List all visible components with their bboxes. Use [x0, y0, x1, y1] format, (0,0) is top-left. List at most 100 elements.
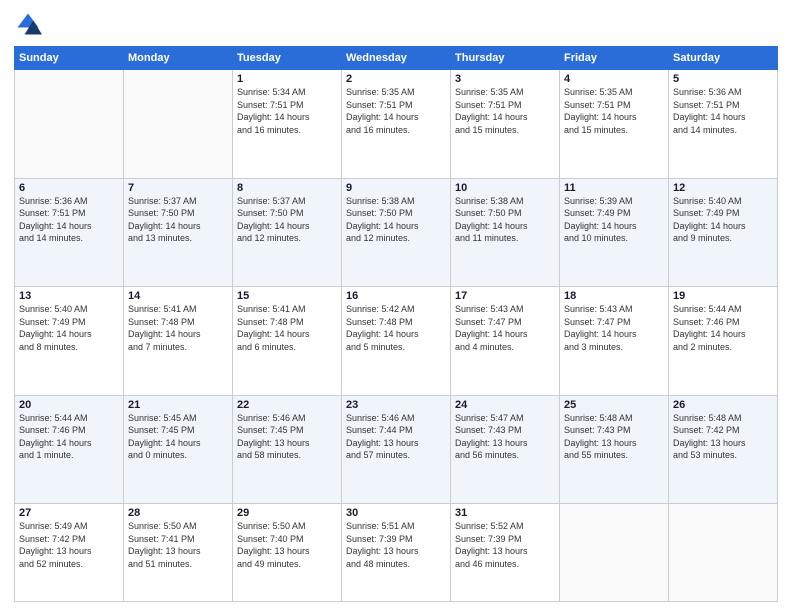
- day-number: 24: [455, 399, 555, 411]
- page: SundayMondayTuesdayWednesdayThursdayFrid…: [0, 0, 792, 612]
- day-number: 30: [346, 507, 446, 519]
- day-info: Sunrise: 5:46 AM Sunset: 7:45 PM Dayligh…: [237, 412, 337, 462]
- day-info: Sunrise: 5:39 AM Sunset: 7:49 PM Dayligh…: [564, 195, 664, 245]
- header: [14, 10, 778, 38]
- calendar-cell: 26Sunrise: 5:48 AM Sunset: 7:42 PM Dayli…: [669, 395, 778, 504]
- day-info: Sunrise: 5:38 AM Sunset: 7:50 PM Dayligh…: [346, 195, 446, 245]
- day-info: Sunrise: 5:41 AM Sunset: 7:48 PM Dayligh…: [237, 303, 337, 353]
- calendar-cell: [669, 504, 778, 602]
- calendar-cell: 24Sunrise: 5:47 AM Sunset: 7:43 PM Dayli…: [451, 395, 560, 504]
- calendar-cell: 12Sunrise: 5:40 AM Sunset: 7:49 PM Dayli…: [669, 178, 778, 287]
- calendar-cell: 10Sunrise: 5:38 AM Sunset: 7:50 PM Dayli…: [451, 178, 560, 287]
- day-info: Sunrise: 5:35 AM Sunset: 7:51 PM Dayligh…: [346, 86, 446, 136]
- day-number: 25: [564, 399, 664, 411]
- logo: [14, 10, 46, 38]
- weekday-header-tuesday: Tuesday: [233, 47, 342, 70]
- day-info: Sunrise: 5:37 AM Sunset: 7:50 PM Dayligh…: [128, 195, 228, 245]
- calendar: SundayMondayTuesdayWednesdayThursdayFrid…: [14, 46, 778, 602]
- day-number: 22: [237, 399, 337, 411]
- weekday-header-row: SundayMondayTuesdayWednesdayThursdayFrid…: [15, 47, 778, 70]
- day-info: Sunrise: 5:40 AM Sunset: 7:49 PM Dayligh…: [673, 195, 773, 245]
- calendar-cell: 8Sunrise: 5:37 AM Sunset: 7:50 PM Daylig…: [233, 178, 342, 287]
- calendar-cell: 21Sunrise: 5:45 AM Sunset: 7:45 PM Dayli…: [124, 395, 233, 504]
- day-number: 29: [237, 507, 337, 519]
- calendar-cell: 2Sunrise: 5:35 AM Sunset: 7:51 PM Daylig…: [342, 70, 451, 179]
- day-info: Sunrise: 5:43 AM Sunset: 7:47 PM Dayligh…: [564, 303, 664, 353]
- day-info: Sunrise: 5:50 AM Sunset: 7:40 PM Dayligh…: [237, 520, 337, 570]
- day-number: 20: [19, 399, 119, 411]
- day-info: Sunrise: 5:46 AM Sunset: 7:44 PM Dayligh…: [346, 412, 446, 462]
- day-number: 6: [19, 182, 119, 194]
- day-number: 4: [564, 73, 664, 85]
- day-number: 19: [673, 290, 773, 302]
- calendar-cell: [124, 70, 233, 179]
- calendar-cell: 27Sunrise: 5:49 AM Sunset: 7:42 PM Dayli…: [15, 504, 124, 602]
- calendar-cell: 11Sunrise: 5:39 AM Sunset: 7:49 PM Dayli…: [560, 178, 669, 287]
- weekday-header-friday: Friday: [560, 47, 669, 70]
- day-number: 2: [346, 73, 446, 85]
- day-number: 16: [346, 290, 446, 302]
- day-number: 18: [564, 290, 664, 302]
- day-info: Sunrise: 5:34 AM Sunset: 7:51 PM Dayligh…: [237, 86, 337, 136]
- calendar-cell: 18Sunrise: 5:43 AM Sunset: 7:47 PM Dayli…: [560, 287, 669, 396]
- week-row-3: 13Sunrise: 5:40 AM Sunset: 7:49 PM Dayli…: [15, 287, 778, 396]
- calendar-cell: 31Sunrise: 5:52 AM Sunset: 7:39 PM Dayli…: [451, 504, 560, 602]
- calendar-cell: 25Sunrise: 5:48 AM Sunset: 7:43 PM Dayli…: [560, 395, 669, 504]
- weekday-header-sunday: Sunday: [15, 47, 124, 70]
- calendar-cell: 5Sunrise: 5:36 AM Sunset: 7:51 PM Daylig…: [669, 70, 778, 179]
- calendar-cell: 7Sunrise: 5:37 AM Sunset: 7:50 PM Daylig…: [124, 178, 233, 287]
- calendar-cell: 29Sunrise: 5:50 AM Sunset: 7:40 PM Dayli…: [233, 504, 342, 602]
- day-info: Sunrise: 5:43 AM Sunset: 7:47 PM Dayligh…: [455, 303, 555, 353]
- day-info: Sunrise: 5:38 AM Sunset: 7:50 PM Dayligh…: [455, 195, 555, 245]
- calendar-cell: 13Sunrise: 5:40 AM Sunset: 7:49 PM Dayli…: [15, 287, 124, 396]
- calendar-cell: 16Sunrise: 5:42 AM Sunset: 7:48 PM Dayli…: [342, 287, 451, 396]
- calendar-cell: [15, 70, 124, 179]
- calendar-cell: 15Sunrise: 5:41 AM Sunset: 7:48 PM Dayli…: [233, 287, 342, 396]
- day-number: 14: [128, 290, 228, 302]
- day-number: 27: [19, 507, 119, 519]
- day-info: Sunrise: 5:41 AM Sunset: 7:48 PM Dayligh…: [128, 303, 228, 353]
- day-info: Sunrise: 5:44 AM Sunset: 7:46 PM Dayligh…: [673, 303, 773, 353]
- day-number: 15: [237, 290, 337, 302]
- day-info: Sunrise: 5:48 AM Sunset: 7:42 PM Dayligh…: [673, 412, 773, 462]
- calendar-cell: 14Sunrise: 5:41 AM Sunset: 7:48 PM Dayli…: [124, 287, 233, 396]
- day-info: Sunrise: 5:49 AM Sunset: 7:42 PM Dayligh…: [19, 520, 119, 570]
- day-info: Sunrise: 5:35 AM Sunset: 7:51 PM Dayligh…: [564, 86, 664, 136]
- calendar-cell: 23Sunrise: 5:46 AM Sunset: 7:44 PM Dayli…: [342, 395, 451, 504]
- weekday-header-wednesday: Wednesday: [342, 47, 451, 70]
- day-info: Sunrise: 5:40 AM Sunset: 7:49 PM Dayligh…: [19, 303, 119, 353]
- day-number: 5: [673, 73, 773, 85]
- day-info: Sunrise: 5:37 AM Sunset: 7:50 PM Dayligh…: [237, 195, 337, 245]
- calendar-cell: 6Sunrise: 5:36 AM Sunset: 7:51 PM Daylig…: [15, 178, 124, 287]
- day-number: 13: [19, 290, 119, 302]
- day-info: Sunrise: 5:50 AM Sunset: 7:41 PM Dayligh…: [128, 520, 228, 570]
- weekday-header-thursday: Thursday: [451, 47, 560, 70]
- calendar-cell: 20Sunrise: 5:44 AM Sunset: 7:46 PM Dayli…: [15, 395, 124, 504]
- calendar-cell: 30Sunrise: 5:51 AM Sunset: 7:39 PM Dayli…: [342, 504, 451, 602]
- week-row-2: 6Sunrise: 5:36 AM Sunset: 7:51 PM Daylig…: [15, 178, 778, 287]
- calendar-cell: 22Sunrise: 5:46 AM Sunset: 7:45 PM Dayli…: [233, 395, 342, 504]
- day-number: 23: [346, 399, 446, 411]
- week-row-5: 27Sunrise: 5:49 AM Sunset: 7:42 PM Dayli…: [15, 504, 778, 602]
- weekday-header-saturday: Saturday: [669, 47, 778, 70]
- calendar-cell: 1Sunrise: 5:34 AM Sunset: 7:51 PM Daylig…: [233, 70, 342, 179]
- day-info: Sunrise: 5:36 AM Sunset: 7:51 PM Dayligh…: [19, 195, 119, 245]
- day-number: 28: [128, 507, 228, 519]
- day-number: 31: [455, 507, 555, 519]
- calendar-cell: [560, 504, 669, 602]
- day-number: 17: [455, 290, 555, 302]
- calendar-cell: 3Sunrise: 5:35 AM Sunset: 7:51 PM Daylig…: [451, 70, 560, 179]
- day-info: Sunrise: 5:47 AM Sunset: 7:43 PM Dayligh…: [455, 412, 555, 462]
- day-number: 26: [673, 399, 773, 411]
- day-info: Sunrise: 5:35 AM Sunset: 7:51 PM Dayligh…: [455, 86, 555, 136]
- weekday-header-monday: Monday: [124, 47, 233, 70]
- calendar-cell: 4Sunrise: 5:35 AM Sunset: 7:51 PM Daylig…: [560, 70, 669, 179]
- day-number: 10: [455, 182, 555, 194]
- day-info: Sunrise: 5:52 AM Sunset: 7:39 PM Dayligh…: [455, 520, 555, 570]
- day-number: 9: [346, 182, 446, 194]
- day-info: Sunrise: 5:36 AM Sunset: 7:51 PM Dayligh…: [673, 86, 773, 136]
- logo-icon: [14, 10, 42, 38]
- day-info: Sunrise: 5:48 AM Sunset: 7:43 PM Dayligh…: [564, 412, 664, 462]
- week-row-4: 20Sunrise: 5:44 AM Sunset: 7:46 PM Dayli…: [15, 395, 778, 504]
- calendar-cell: 19Sunrise: 5:44 AM Sunset: 7:46 PM Dayli…: [669, 287, 778, 396]
